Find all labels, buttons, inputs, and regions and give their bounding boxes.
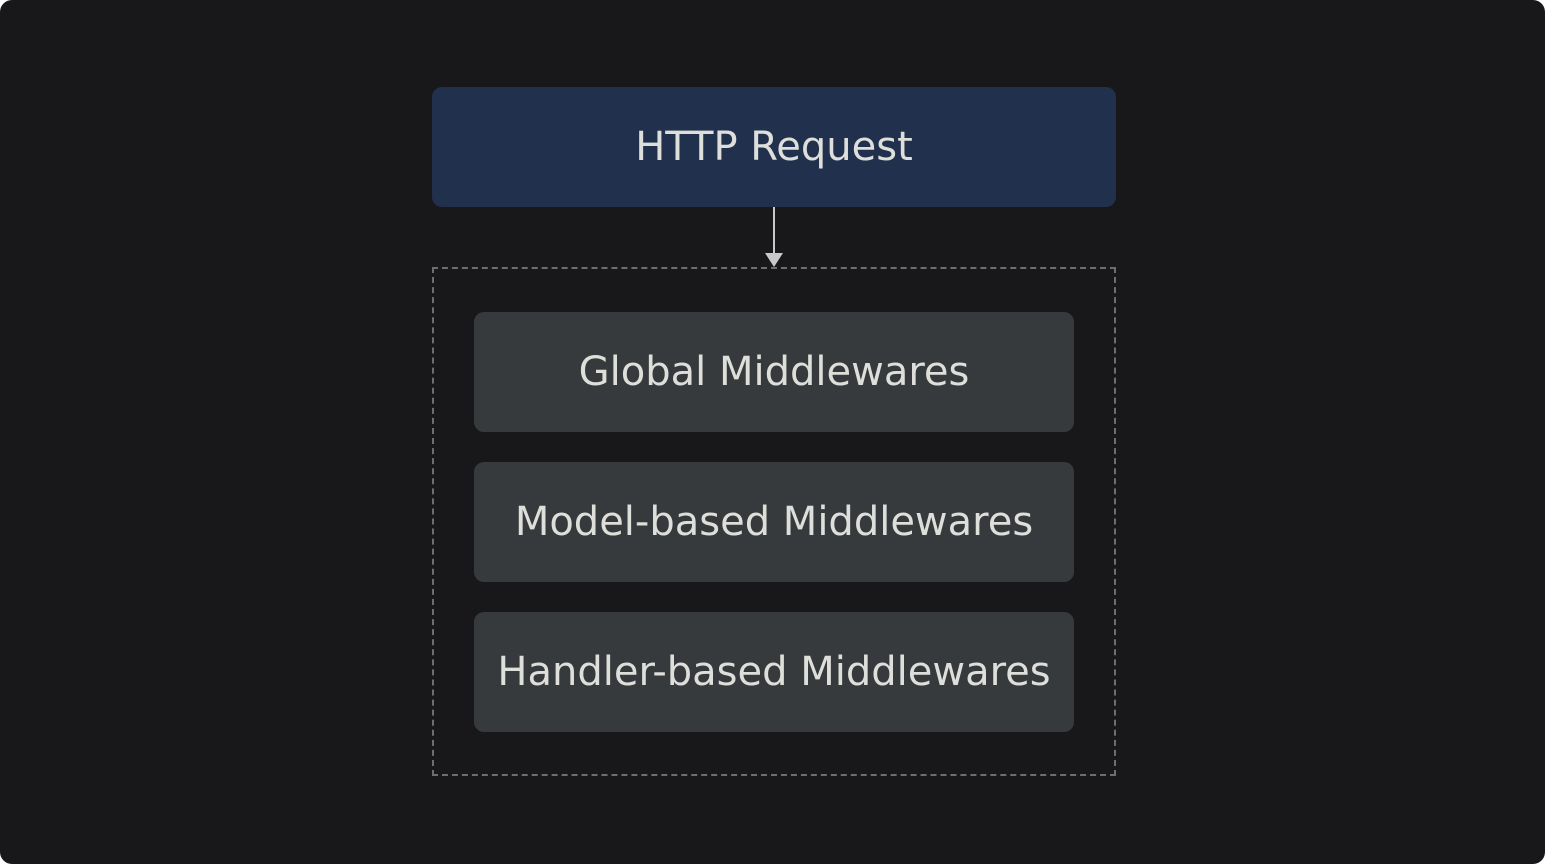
model-based-middlewares-label: Model-based Middlewares — [514, 499, 1034, 545]
arrow-head — [765, 253, 783, 267]
global-middlewares-label: Global Middlewares — [578, 349, 970, 395]
global-middlewares-node: Global Middlewares — [474, 312, 1074, 432]
model-based-middlewares-node: Model-based Middlewares — [474, 462, 1074, 582]
diagram-canvas: HTTP Request Global Middlewares Model-ba… — [0, 0, 1545, 864]
http-request-node: HTTP Request — [432, 87, 1116, 207]
handler-based-middlewares-label: Handler-based Middlewares — [497, 649, 1051, 695]
handler-based-middlewares-node: Handler-based Middlewares — [474, 612, 1074, 732]
http-request-label: HTTP Request — [635, 124, 913, 170]
